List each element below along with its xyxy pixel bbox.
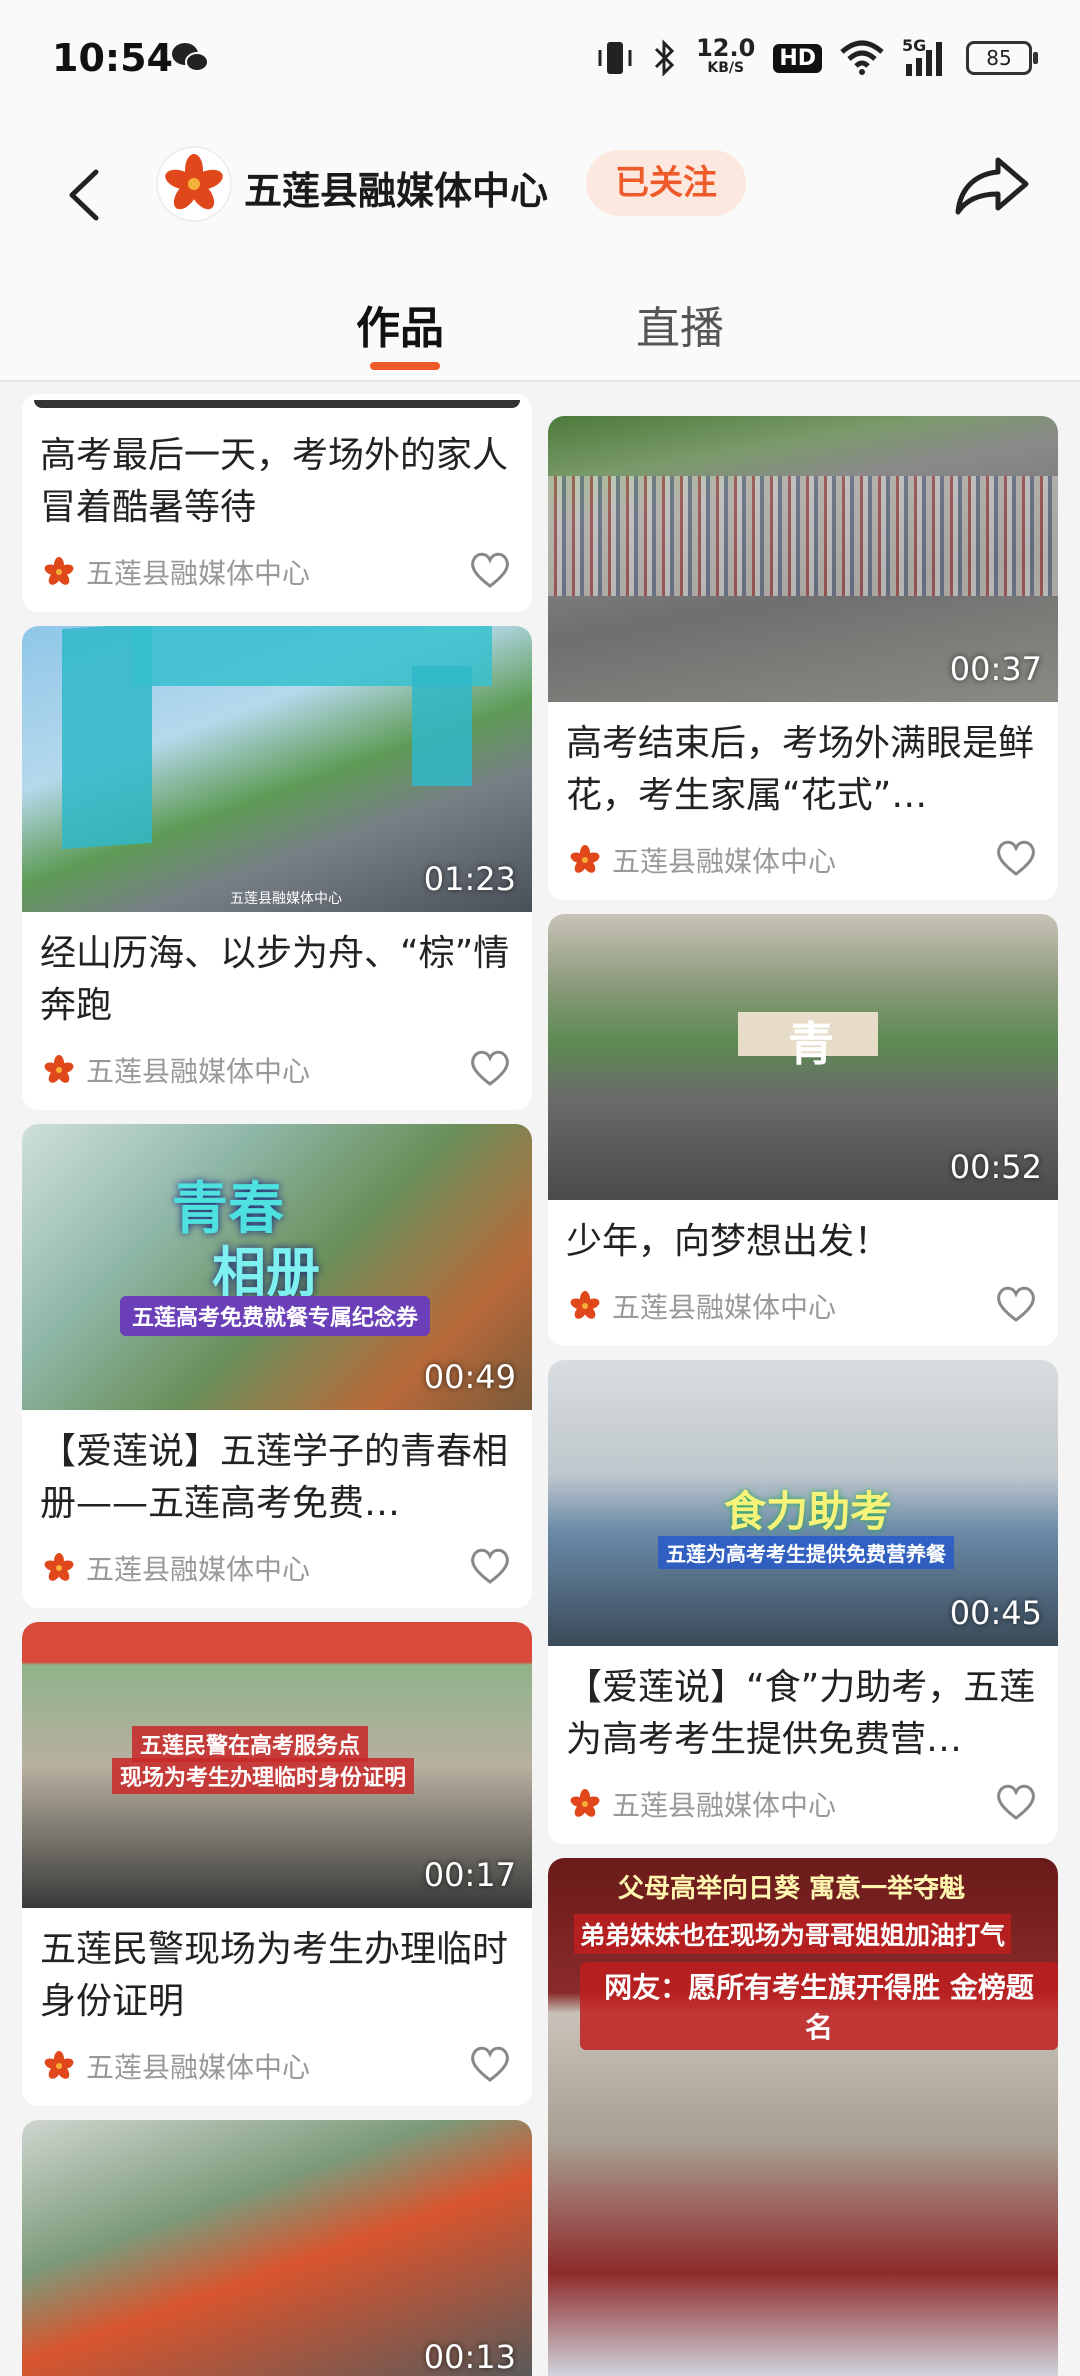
- video-title: 高考结束后，考场外满眼是鲜花，考生家属“花式”…: [566, 723, 1035, 816]
- video-card[interactable]: 青春 相册 五莲高考免费就餐专属纪念券 00:49 【爱莲说】五莲学子的青春相册…: [22, 1124, 532, 1608]
- video-thumbnail: 食力助考 五莲为高考考生提供免费营养餐 00:45: [548, 1360, 1058, 1646]
- video-source: 五莲县融媒体中心: [568, 1784, 836, 1824]
- battery-indicator: 85: [966, 41, 1038, 75]
- video-source: 五莲县融媒体中心: [568, 1286, 836, 1326]
- like-heart-icon[interactable]: [468, 550, 512, 590]
- wifi-icon: [840, 40, 884, 75]
- video-thumbnail: 青 00:52: [548, 914, 1058, 1200]
- video-duration: 00:37: [949, 650, 1042, 688]
- tab-live[interactable]: 直播: [636, 292, 724, 356]
- back-arrow-icon[interactable]: [58, 160, 118, 230]
- video-duration: 00:52: [949, 1148, 1042, 1186]
- channel-logo-icon: [44, 2051, 74, 2079]
- network-speed: 12.0 KB/S: [696, 34, 756, 78]
- channel-header: 五莲县融媒体中心 已关注: [0, 120, 1080, 270]
- tab-works[interactable]: 作品: [356, 292, 444, 356]
- like-heart-icon[interactable]: [468, 2044, 512, 2084]
- hd-badge: HD: [773, 43, 822, 73]
- video-source-name: 五莲县融媒体中心: [86, 1055, 311, 1088]
- tab-bar: 作品 直播: [0, 270, 1080, 382]
- like-heart-icon[interactable]: [468, 1546, 512, 1586]
- channel-logo-icon: [570, 1789, 600, 1817]
- thumbnail-caption: 五莲县融媒体中心: [230, 891, 342, 907]
- status-icons: 12.0 KB/S HD 5G 85: [596, 34, 1038, 80]
- video-duration: 00:13: [423, 2338, 516, 2376]
- video-card[interactable]: 五莲县融媒体中心 01:23 经山历海、以步为舟、“棕”情奔跑 五莲县融媒体中心: [22, 626, 532, 1110]
- video-duration: 00:49: [423, 1358, 516, 1396]
- signal-icon: [906, 42, 942, 76]
- share-icon[interactable]: [952, 152, 1032, 218]
- video-title: 少年，向梦想出发！: [566, 1221, 891, 1262]
- thumbnail-arch-right: [412, 666, 472, 786]
- video-source-name: 五莲县融媒体中心: [612, 1291, 837, 1324]
- thumbnail-banner: 五莲为高考考生提供免费营养餐: [658, 1536, 954, 1569]
- video-thumbnail: 五莲县融媒体中心 01:23: [22, 626, 532, 912]
- network-speed-value: 12.0: [696, 34, 756, 62]
- status-bar: 10:54 12.0 KB/S HD 5G 85: [0, 0, 1080, 120]
- video-title: 经山历海、以步为舟、“棕”情奔跑: [40, 933, 510, 1026]
- video-thumbnail: 00:13: [22, 2120, 532, 2376]
- video-thumbnail: 青春 相册 五莲高考免费就餐专属纪念券 00:49: [22, 1124, 532, 1410]
- channel-logo-icon: [44, 557, 74, 585]
- thumbnail-line-1: 五莲民警在高考服务点: [132, 1726, 369, 1762]
- video-card[interactable]: 父母高举向日葵 寓意一举夺魁 弟弟妹妹也在现场为哥哥姐姐加油打气 网友：愿所有考…: [548, 1858, 1058, 2376]
- thumbnail-line-2: 现场为考生办理临时身份证明: [112, 1758, 415, 1794]
- vibrate-icon: [598, 42, 632, 74]
- video-source: 五莲县融媒体中心: [42, 2046, 310, 2086]
- video-title: 【爱莲说】“食”力助考，五莲为高考考生提供免费营…: [566, 1667, 1036, 1760]
- video-card[interactable]: 00:13: [22, 2120, 532, 2376]
- like-heart-icon[interactable]: [994, 838, 1038, 878]
- thumbnail-line-1: 父母高举向日葵 寓意一举夺魁: [618, 1874, 966, 1904]
- video-duration: 01:23: [423, 860, 516, 898]
- video-source-name: 五莲县融媒体中心: [612, 845, 837, 878]
- cell-signal: 5G: [902, 36, 948, 78]
- thumbnail-line-2: 弟弟妹妹也在现场为哥哥姐姐加油打气: [574, 1914, 1012, 1954]
- video-source: 五莲县融媒体中心: [568, 840, 836, 880]
- video-source-name: 五莲县融媒体中心: [612, 1789, 837, 1822]
- bluetooth-icon: [655, 39, 675, 77]
- video-source: 五莲县融媒体中心: [42, 1548, 310, 1588]
- video-source: 五莲县融媒体中心: [42, 552, 310, 592]
- like-heart-icon[interactable]: [994, 1284, 1038, 1324]
- video-title: 高考最后一天，考场外的家人冒着酷暑等待: [40, 435, 509, 528]
- channel-avatar[interactable]: [158, 148, 230, 220]
- thumbnail-title: 食力助考: [724, 1487, 893, 1536]
- active-tab-indicator: [370, 362, 440, 370]
- thumbnail-crowd: [548, 476, 1058, 596]
- video-card[interactable]: 高考最后一天，考场外的家人冒着酷暑等待 五莲县融媒体中心: [22, 394, 532, 612]
- video-thumbnail: [34, 400, 520, 408]
- video-card[interactable]: 00:37 高考结束后，考场外满眼是鲜花，考生家属“花式”… 五莲县融媒体中心: [548, 416, 1058, 900]
- video-card[interactable]: 食力助考 五莲为高考考生提供免费营养餐 00:45 【爱莲说】“食”力助考，五莲…: [548, 1360, 1058, 1844]
- video-title: 五莲民警现场为考生办理临时身份证明: [40, 1929, 509, 2022]
- status-time: 10:54: [52, 36, 173, 80]
- channel-logo-icon: [570, 1291, 600, 1319]
- like-heart-icon[interactable]: [468, 1048, 512, 1088]
- thumbnail-banner: 五莲高考免费就餐专属纪念券: [120, 1296, 431, 1336]
- channel-logo-icon: [570, 845, 600, 873]
- like-heart-icon[interactable]: [994, 1782, 1038, 1822]
- video-thumbnail: 父母高举向日葵 寓意一举夺魁 弟弟妹妹也在现场为哥哥姐姐加油打气 网友：愿所有考…: [548, 1858, 1058, 2376]
- thumbnail-sign-text: 青: [788, 1017, 834, 1071]
- thumbnail-line-3: 网友：愿所有考生旗开得胜 金榜题名: [580, 1962, 1058, 2050]
- channel-logo-icon: [44, 1055, 74, 1083]
- video-duration: 00:45: [949, 1594, 1042, 1632]
- video-card[interactable]: 五莲民警在高考服务点 现场为考生办理临时身份证明 00:17 五莲民警现场为考生…: [22, 1622, 532, 2106]
- video-source-name: 五莲县融媒体中心: [86, 557, 311, 590]
- channel-logo-icon: [44, 1553, 74, 1581]
- video-thumbnail: 00:37: [548, 416, 1058, 702]
- video-duration: 00:17: [423, 1856, 516, 1894]
- video-source-name: 五莲县融媒体中心: [86, 2051, 311, 2084]
- video-source-name: 五莲县融媒体中心: [86, 1553, 311, 1586]
- video-thumbnail: 五莲民警在高考服务点 现场为考生办理临时身份证明 00:17: [22, 1622, 532, 1908]
- wechat-icon: [172, 43, 209, 72]
- video-card[interactable]: 青 00:52 少年，向梦想出发！ 五莲县融媒体中心: [548, 914, 1058, 1346]
- follow-button[interactable]: 已关注: [586, 150, 746, 216]
- video-source: 五莲县融媒体中心: [42, 1050, 310, 1090]
- channel-name: 五莲县融媒体中心: [244, 169, 549, 213]
- video-title: 【爱莲说】五莲学子的青春相册——五莲高考免费…: [40, 1431, 509, 1524]
